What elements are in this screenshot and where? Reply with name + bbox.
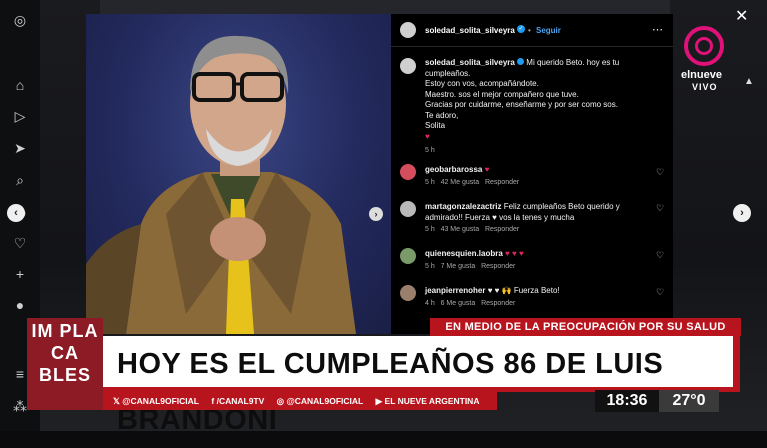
comment-text: quienesquien.laobra ♥ ♥ ♥ (425, 249, 524, 260)
news-headline: HOY ES EL CUMPLEAÑOS 86 DE LUIS BRANDONI (103, 336, 740, 436)
comment-time: 5 h (425, 179, 435, 186)
mouse-cursor-icon: ▲ (744, 76, 754, 87)
comment-avatar[interactable] (400, 164, 416, 180)
caption-block: soledad_solita_silveyra Mi querido Beto.… (425, 58, 665, 154)
reels-icon[interactable]: ▷ (12, 108, 28, 124)
comment-likes[interactable]: 7 Me gusta (441, 263, 476, 270)
comment-time: 4 h (425, 300, 435, 307)
channel-logo-ring (684, 26, 724, 66)
channel-live-label: VIVO (692, 82, 718, 92)
comment-meta: 5 h 42 Me gusta Responder (425, 179, 519, 186)
author-username[interactable]: soledad_solita_silveyra (425, 26, 515, 35)
notifications-heart-icon[interactable]: ♡ (12, 235, 28, 251)
like-comment-heart-icon[interactable]: ♡ (656, 203, 664, 214)
show-logo-text: IM PLA CA BLES (31, 321, 99, 385)
caption-line: Mi querido Beto. hoy es tu (526, 58, 620, 67)
portrait-illustration (86, 35, 356, 334)
comment-likes[interactable]: 42 Me gusta (441, 179, 480, 186)
caption-avatar[interactable] (400, 58, 416, 74)
comment-likes[interactable]: 6 Me gusta (441, 300, 476, 307)
reply-button[interactable]: Responder (485, 226, 519, 233)
channel-name: elnueve (681, 69, 722, 81)
comments-panel: soledad_solita_silveyra ✓ • Seguir ⋯ sol… (391, 14, 673, 334)
next-post-arrow-icon[interactable]: › (733, 204, 751, 222)
create-plus-icon[interactable]: + (12, 266, 28, 282)
post-photo (86, 14, 391, 334)
news-subhead: EN MEDIO DE LA PREOCUPACIÓN POR SU SALUD (430, 318, 741, 336)
comment-username[interactable]: martagonzalezactriz (425, 202, 501, 211)
youtube-icon: ▶ (375, 396, 383, 406)
divider (391, 46, 673, 47)
background-strip (100, 0, 670, 14)
post-age: 5 h (425, 147, 435, 154)
instagram-icon[interactable]: ◎ (12, 12, 28, 28)
comment-line: admirado!! Fuerza ♥ vos la tenes y mucha (425, 212, 575, 222)
social-youtube-handle: EL NUEVE ARGENTINA (384, 396, 480, 406)
caption-heart-icon: ♥ (425, 131, 430, 141)
heart-emoji: ♥ ♥ ♥ (505, 249, 524, 258)
x-icon: 𝕏 (113, 396, 120, 406)
channel-logo-inner (695, 37, 713, 55)
caption-line: Maestro. sos el mejor compañero que tuve… (425, 89, 579, 99)
comment-avatar[interactable] (400, 285, 416, 301)
previous-post-arrow-icon[interactable]: ‹ (7, 204, 25, 222)
verified-icon (517, 58, 525, 65)
caption-line: Te adoro, (425, 110, 459, 120)
close-icon[interactable]: ✕ (735, 6, 748, 26)
heart-emoji: ♥ (484, 165, 490, 174)
caption-line: cumpleaños. (425, 68, 471, 78)
home-icon[interactable]: ⌂ (12, 77, 28, 93)
apps-icon[interactable]: ⁂ (12, 398, 28, 414)
like-comment-heart-icon[interactable]: ♡ (656, 250, 664, 261)
comment-text: jeanpierrenoher ♥ ♥ 🙌 Fuerza Beto! (425, 286, 560, 297)
comment-time: 5 h (425, 263, 435, 270)
social-bar: 𝕏 @CANAL9OFICIAL f /CANAL9TV ◎ @CANAL9OF… (103, 392, 497, 410)
reply-button[interactable]: Responder (485, 179, 519, 186)
verified-icon: ✓ (517, 25, 525, 33)
like-comment-heart-icon[interactable]: ♡ (656, 167, 664, 178)
facebook-icon: f (211, 396, 215, 406)
menu-icon[interactable]: ≡ (12, 366, 28, 382)
comment-likes[interactable]: 43 Me gusta (441, 226, 480, 233)
comment-time: 5 h (425, 226, 435, 233)
profile-icon[interactable]: ● (12, 297, 28, 313)
photo-next-arrow-icon[interactable]: › (369, 207, 383, 221)
instagram-icon: ◎ (276, 396, 285, 406)
comment-avatar[interactable] (400, 248, 416, 264)
comment-username[interactable]: quienesquien.laobra (425, 249, 503, 258)
temperature: 27°0 (659, 390, 719, 412)
caption-line: Gracias por cuidarme, enseñarme y por se… (425, 100, 618, 109)
social-x-handle: @CANAL9OFICIAL (122, 396, 199, 406)
comment-line: Feliz cumpleaños Beto querido y (503, 202, 620, 211)
caption-line: Solita (425, 121, 446, 130)
comment-meta: 4 h 6 Me gusta Responder (425, 300, 515, 307)
comment-username[interactable]: jeanpierrenoher (425, 286, 485, 295)
like-comment-heart-icon[interactable]: ♡ (656, 287, 664, 298)
comment-text: martagonzalezactriz Feliz cumpleaños Bet… (425, 202, 650, 223)
comment-text: geobarbarossa ♥ (425, 165, 489, 176)
more-options-icon[interactable]: ⋯ (652, 23, 663, 36)
comment-meta: 5 h 7 Me gusta Responder (425, 263, 515, 270)
comment-avatar[interactable] (400, 201, 416, 217)
comment-body: ♥ ♥ 🙌 Fuerza Beto! (487, 286, 560, 295)
author-avatar[interactable] (400, 22, 416, 38)
comment-meta: 5 h 43 Me gusta Responder (425, 226, 519, 233)
caption-username[interactable]: soledad_solita_silveyra (425, 58, 515, 67)
follow-button[interactable]: Seguir (536, 26, 561, 35)
search-icon[interactable]: ⌕ (12, 172, 28, 188)
comment-username[interactable]: geobarbarossa (425, 165, 482, 174)
social-instagram-handle: @CANAL9OFICIAL (286, 396, 364, 406)
social-facebook-handle: /CANAL9TV (216, 396, 265, 406)
show-logo: IM PLA CA BLES (27, 318, 103, 410)
reply-button[interactable]: Responder (481, 263, 515, 270)
caption-line: Estoy con vos, acompañándote. (425, 79, 539, 88)
clock: 18:36 (595, 390, 659, 412)
reply-button[interactable]: Responder (481, 300, 515, 307)
send-icon[interactable]: ➤ (12, 140, 28, 156)
dot-separator: • (528, 26, 531, 35)
